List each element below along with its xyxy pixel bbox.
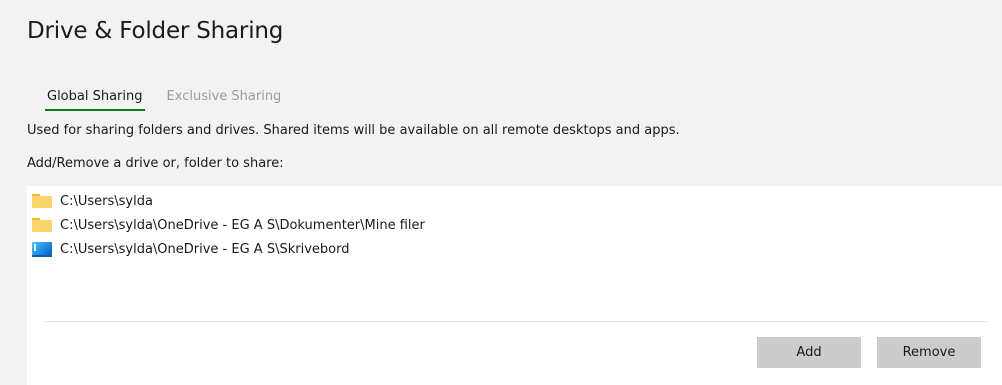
divider bbox=[43, 321, 987, 322]
shared-item-path: C:\Users\sylda bbox=[60, 193, 153, 209]
shared-item-path: C:\Users\sylda\OneDrive - EG A S\Skriveb… bbox=[60, 241, 350, 257]
add-button[interactable]: Add bbox=[757, 337, 861, 368]
sharing-description: Used for sharing folders and drives. Sha… bbox=[27, 123, 680, 138]
remove-button[interactable]: Remove bbox=[877, 337, 981, 368]
tab-exclusive-sharing[interactable]: Exclusive Sharing bbox=[167, 89, 282, 109]
list-item[interactable]: C:\Users\sylda bbox=[32, 189, 1002, 213]
shared-item-path: C:\Users\sylda\OneDrive - EG A S\Dokumen… bbox=[60, 217, 425, 233]
page-title: Drive & Folder Sharing bbox=[27, 18, 284, 44]
list-item[interactable]: C:\Users\sylda\OneDrive - EG A S\Skriveb… bbox=[32, 237, 1002, 261]
folder-icon bbox=[32, 193, 52, 209]
tab-global-sharing[interactable]: Global Sharing bbox=[45, 89, 145, 111]
list-item[interactable]: C:\Users\sylda\OneDrive - EG A S\Dokumen… bbox=[32, 213, 1002, 237]
share-list-label: Add/Remove a drive or, folder to share: bbox=[27, 156, 284, 171]
shared-items-panel: C:\Users\sylda C:\Users\sylda\OneDrive -… bbox=[27, 186, 1002, 385]
folder-icon bbox=[32, 217, 52, 233]
desktop-folder-icon bbox=[32, 241, 52, 257]
shared-items-list: C:\Users\sylda C:\Users\sylda\OneDrive -… bbox=[32, 189, 1002, 261]
tab-bar: Global Sharing Exclusive Sharing bbox=[45, 89, 282, 111]
